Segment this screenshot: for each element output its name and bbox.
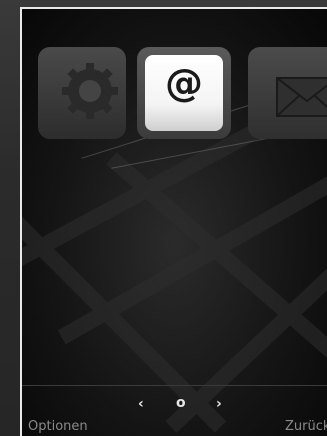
gear-icon	[62, 63, 118, 119]
softkey-bar: ‹ o › Optionen Zurück	[22, 385, 327, 436]
settings-tile[interactable]	[38, 47, 126, 139]
page-indicator: ‹ o ›	[138, 395, 228, 416]
current-page-dot: o	[176, 395, 186, 411]
previous-page-button[interactable]: ‹	[138, 396, 144, 412]
messages-tile[interactable]	[248, 47, 327, 139]
back-softkey[interactable]: Zurück	[285, 419, 327, 434]
home-screen: @ ‹ o › Optionen Zurück	[20, 7, 327, 436]
options-softkey[interactable]: Optionen	[28, 419, 88, 434]
email-tile-highlight: @	[145, 55, 223, 131]
at-icon: @	[165, 61, 203, 105]
email-tile[interactable]: @	[137, 47, 231, 139]
next-page-button[interactable]: ›	[216, 396, 222, 412]
envelope-icon	[276, 77, 327, 117]
